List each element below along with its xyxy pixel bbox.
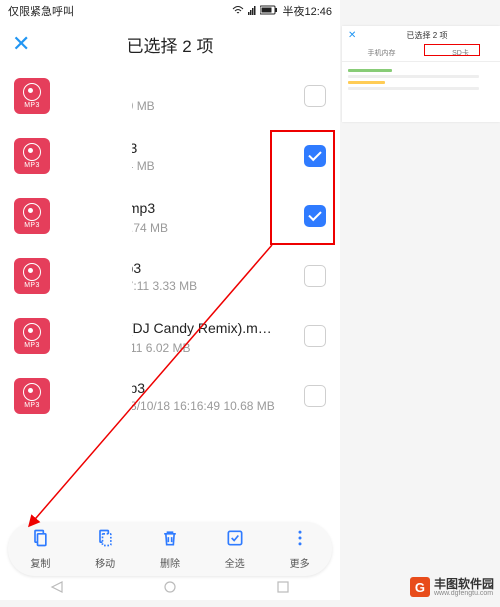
file-name: .mp3 — [110, 260, 296, 276]
file-checkbox[interactable] — [304, 385, 326, 407]
tool-icon — [30, 528, 50, 553]
watermark-logo: G — [410, 577, 430, 597]
file-meta: 4.54 MB — [110, 159, 296, 173]
file-meta: :41:11 6.02 MB — [110, 341, 296, 355]
file-name: p3 — [110, 80, 296, 96]
tool-label: 全选 — [225, 555, 245, 570]
system-navbar — [0, 578, 340, 600]
tool-icon — [95, 528, 115, 553]
thumb-title: 已选择 2 项 — [360, 30, 494, 41]
bottom-toolbar: 复制 移动 删除 全选 更多 — [8, 522, 332, 576]
tool-label: 复制 — [30, 555, 50, 570]
thumb-header: ✕ 已选择 2 项 — [342, 26, 500, 45]
mp3-icon: MP3 — [14, 318, 50, 354]
file-name: 支 (DJ Candy Remix).m… — [110, 318, 296, 338]
tool-icon — [290, 528, 310, 553]
copy-button[interactable]: 复制 — [8, 522, 73, 576]
file-checkbox[interactable] — [304, 325, 326, 347]
watermark: G 丰图软件园 www.dgfengtu.com — [410, 577, 494, 597]
file-text: 集.mp3 .1 3.74 MB — [110, 198, 296, 235]
file-meta: 4.40 MB — [110, 99, 296, 113]
tool-label: 更多 — [290, 555, 310, 570]
file-text: p3 4.40 MB — [110, 80, 296, 113]
file-meta: 1:17:11 3.33 MB — [110, 279, 296, 293]
annotation-sd-highlight — [424, 44, 480, 56]
nav-recent-icon[interactable] — [276, 580, 290, 599]
file-row[interactable]: MP3 .mp3 1:17:11 3.33 MB — [0, 246, 340, 306]
watermark-cn: 丰图软件园 — [434, 578, 494, 590]
mp3-icon: MP3 — [14, 138, 50, 174]
file-checkbox[interactable] — [304, 265, 326, 287]
watermark-en: www.dgfengtu.com — [434, 590, 494, 597]
file-meta: .1 3.74 MB — [110, 221, 296, 235]
tool-label: 移动 — [95, 555, 115, 570]
phone-screen: 仅限紧急呼叫 半夜12:46 ✕ 已选择 2 项 MP3p34.40 MBMP3… — [0, 0, 340, 600]
move-button[interactable]: 移动 — [73, 522, 138, 576]
mp3-icon: MP3 — [14, 198, 50, 234]
thumb-close-icon: ✕ — [348, 30, 360, 41]
delete-button[interactable]: 删除 — [138, 522, 203, 576]
file-row[interactable]: MP3 p3 4.40 MB — [0, 66, 340, 126]
battery-icon — [260, 5, 278, 18]
file-text: mp3 4.54 MB — [110, 140, 296, 173]
file-name: 集.mp3 — [110, 198, 296, 218]
mp3-icon: MP3 — [14, 258, 50, 294]
thumb-body — [342, 62, 500, 122]
tool-icon — [160, 528, 180, 553]
nav-back-icon[interactable] — [50, 580, 64, 599]
annotation-checkbox-highlight — [270, 130, 335, 245]
tool-icon — [225, 528, 245, 553]
overlay-mask — [52, 66, 132, 546]
signal-icon — [248, 5, 256, 18]
status-left: 仅限紧急呼叫 — [8, 3, 74, 19]
thumb-tab-internal: 手机内存 — [342, 45, 421, 61]
nav-home-icon[interactable] — [163, 580, 177, 599]
select-all-button[interactable]: 全选 — [202, 522, 267, 576]
thumbnail-preview: ✕ 已选择 2 项 手机内存 SD卡 — [342, 26, 500, 122]
selection-header: ✕ 已选择 2 项 — [0, 22, 340, 66]
file-row[interactable]: MP3 支 (DJ Candy Remix).m… :41:11 6.02 MB — [0, 306, 340, 366]
file-row[interactable]: MP3 r.mp3 2018/10/18 16:16:49 10.68 MB — [0, 366, 340, 426]
file-checkbox[interactable] — [304, 85, 326, 107]
status-bar: 仅限紧急呼叫 半夜12:46 — [0, 0, 340, 22]
status-right: 半夜12:46 — [232, 3, 332, 19]
file-name: mp3 — [110, 140, 296, 156]
file-meta: 2018/10/18 16:16:49 10.68 MB — [110, 399, 296, 413]
file-name: r.mp3 — [110, 380, 296, 396]
more-button[interactable]: 更多 — [267, 522, 332, 576]
status-time: 半夜12:46 — [282, 3, 332, 19]
file-text: 支 (DJ Candy Remix).m… :41:11 6.02 MB — [110, 318, 296, 355]
mp3-icon: MP3 — [14, 378, 50, 414]
wifi-icon — [232, 5, 244, 18]
file-text: r.mp3 2018/10/18 16:16:49 10.68 MB — [110, 380, 296, 413]
tool-label: 删除 — [160, 555, 180, 570]
header-title: 已选择 2 项 — [12, 32, 328, 57]
file-list: MP3 p3 4.40 MB MP3 mp3 4.54 MB MP3 集.mp3 .1 3.74… — [0, 66, 340, 426]
file-text: .mp3 1:17:11 3.33 MB — [110, 260, 296, 293]
mp3-icon: MP3 — [14, 78, 50, 114]
